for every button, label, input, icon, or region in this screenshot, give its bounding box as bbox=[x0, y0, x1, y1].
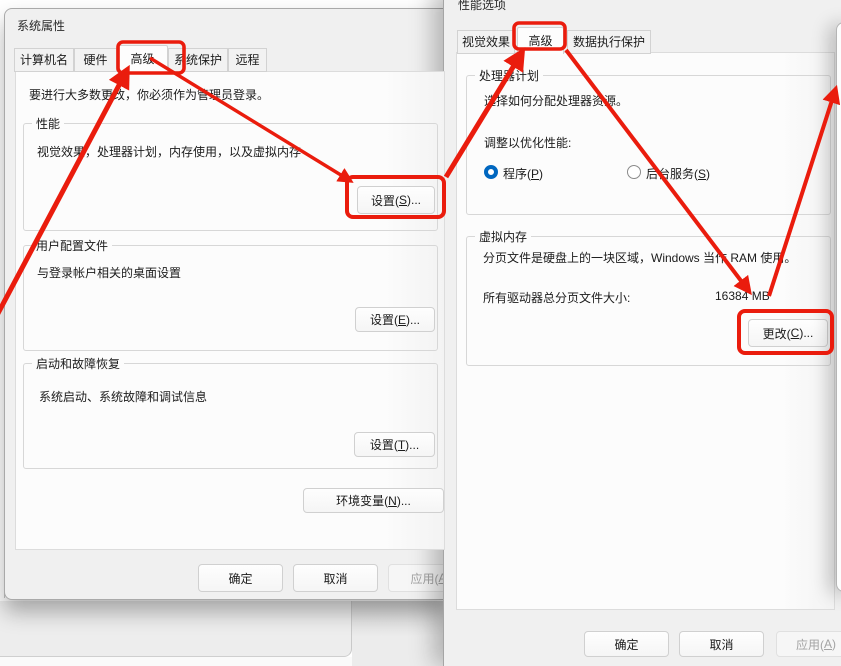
admin-note: 要进行大多数更改，你必须作为管理员登录。 bbox=[29, 86, 269, 103]
performance-group-title: 性能 bbox=[32, 115, 64, 132]
tab-system-protection[interactable]: 系统保护 bbox=[168, 48, 228, 72]
virtual-memory-group: 虚拟内存 分页文件是硬盘上的一块区域，Windows 当作 RAM 使用。 所有… bbox=[466, 236, 831, 366]
user-profiles-group-title: 用户配置文件 bbox=[32, 237, 112, 254]
cancel-button[interactable]: 取消 bbox=[293, 564, 378, 592]
performance-options-dialog: 性能选项 视觉效果 高级 数据执行保护 处理器计划 选择如何分配处理器资源。 调… bbox=[443, 0, 841, 666]
tab-advanced[interactable]: 高级 bbox=[117, 45, 168, 72]
startup-recovery-group: 启动和故障恢复 系统启动、系统故障和调试信息 设置(T)... bbox=[23, 363, 438, 469]
performance-desc: 视觉效果，处理器计划，内存使用，以及虚拟内存 bbox=[37, 143, 301, 160]
adjust-performance-label: 调整以优化性能: bbox=[484, 134, 571, 151]
processor-scheduling-desc: 选择如何分配处理器资源。 bbox=[484, 92, 628, 109]
radio-background-services-label[interactable]: 后台服务(S) bbox=[646, 165, 710, 182]
change-button[interactable]: 更改(C)... bbox=[748, 319, 828, 347]
paging-total-label: 所有驱动器总分页文件大小: bbox=[483, 289, 630, 306]
performance-options-title: 性能选项 bbox=[458, 0, 506, 13]
startup-recovery-group-title: 启动和故障恢复 bbox=[32, 355, 124, 372]
startup-recovery-desc: 系统启动、系统故障和调试信息 bbox=[39, 388, 207, 405]
system-properties-dialog: 系统属性 计算机名 硬件 高级 系统保护 远程 要进行大多数更改，你必须作为管理… bbox=[4, 8, 444, 600]
screenshot-root: 系统属性 计算机名 硬件 高级 系统保护 远程 要进行大多数更改，你必须作为管理… bbox=[0, 0, 841, 666]
user-profiles-settings-button[interactable]: 设置(E)... bbox=[355, 307, 435, 332]
tab-hardware[interactable]: 硬件 bbox=[74, 48, 117, 72]
po-apply-button: 应用(A) bbox=[776, 631, 841, 657]
radio-programs[interactable] bbox=[484, 165, 498, 179]
radio-programs-label[interactable]: 程序(P) bbox=[503, 165, 543, 182]
processor-scheduling-group: 处理器计划 选择如何分配处理器资源。 调整以优化性能: 程序(P) 后台服务(S… bbox=[466, 75, 831, 215]
ok-button[interactable]: 确定 bbox=[198, 564, 283, 592]
po-ok-button[interactable]: 确定 bbox=[584, 631, 669, 657]
background-window-shaded-area bbox=[352, 601, 443, 666]
tab-remote[interactable]: 远程 bbox=[228, 48, 267, 72]
tab-computer-name[interactable]: 计算机名 bbox=[14, 48, 74, 72]
radio-background-services[interactable] bbox=[627, 165, 641, 179]
paging-total-value: 16384 MB bbox=[715, 289, 770, 303]
virtual-memory-desc: 分页文件是硬盘上的一块区域，Windows 当作 RAM 使用。 bbox=[483, 249, 796, 266]
virtual-memory-title: 虚拟内存 bbox=[475, 228, 531, 245]
startup-recovery-settings-button[interactable]: 设置(T)... bbox=[354, 432, 435, 457]
environment-variables-button[interactable]: 环境变量(N)... bbox=[303, 488, 444, 513]
virtual-memory-window-edge bbox=[836, 22, 841, 592]
performance-group: 性能 视觉效果，处理器计划，内存使用，以及虚拟内存 设置(S)... bbox=[23, 123, 438, 231]
processor-scheduling-title: 处理器计划 bbox=[475, 67, 543, 84]
system-properties-title: 系统属性 bbox=[17, 17, 65, 34]
tab-po-advanced[interactable]: 高级 bbox=[517, 27, 564, 54]
user-profiles-desc: 与登录帐户相关的桌面设置 bbox=[37, 264, 181, 281]
background-window-panel bbox=[0, 601, 352, 657]
tab-visual-effects[interactable]: 视觉效果 bbox=[457, 30, 515, 54]
po-cancel-button[interactable]: 取消 bbox=[679, 631, 764, 657]
tab-dep[interactable]: 数据执行保护 bbox=[567, 30, 651, 54]
performance-settings-button[interactable]: 设置(S)... bbox=[357, 186, 435, 214]
user-profiles-group: 用户配置文件 与登录帐户相关的桌面设置 设置(E)... bbox=[23, 245, 438, 351]
